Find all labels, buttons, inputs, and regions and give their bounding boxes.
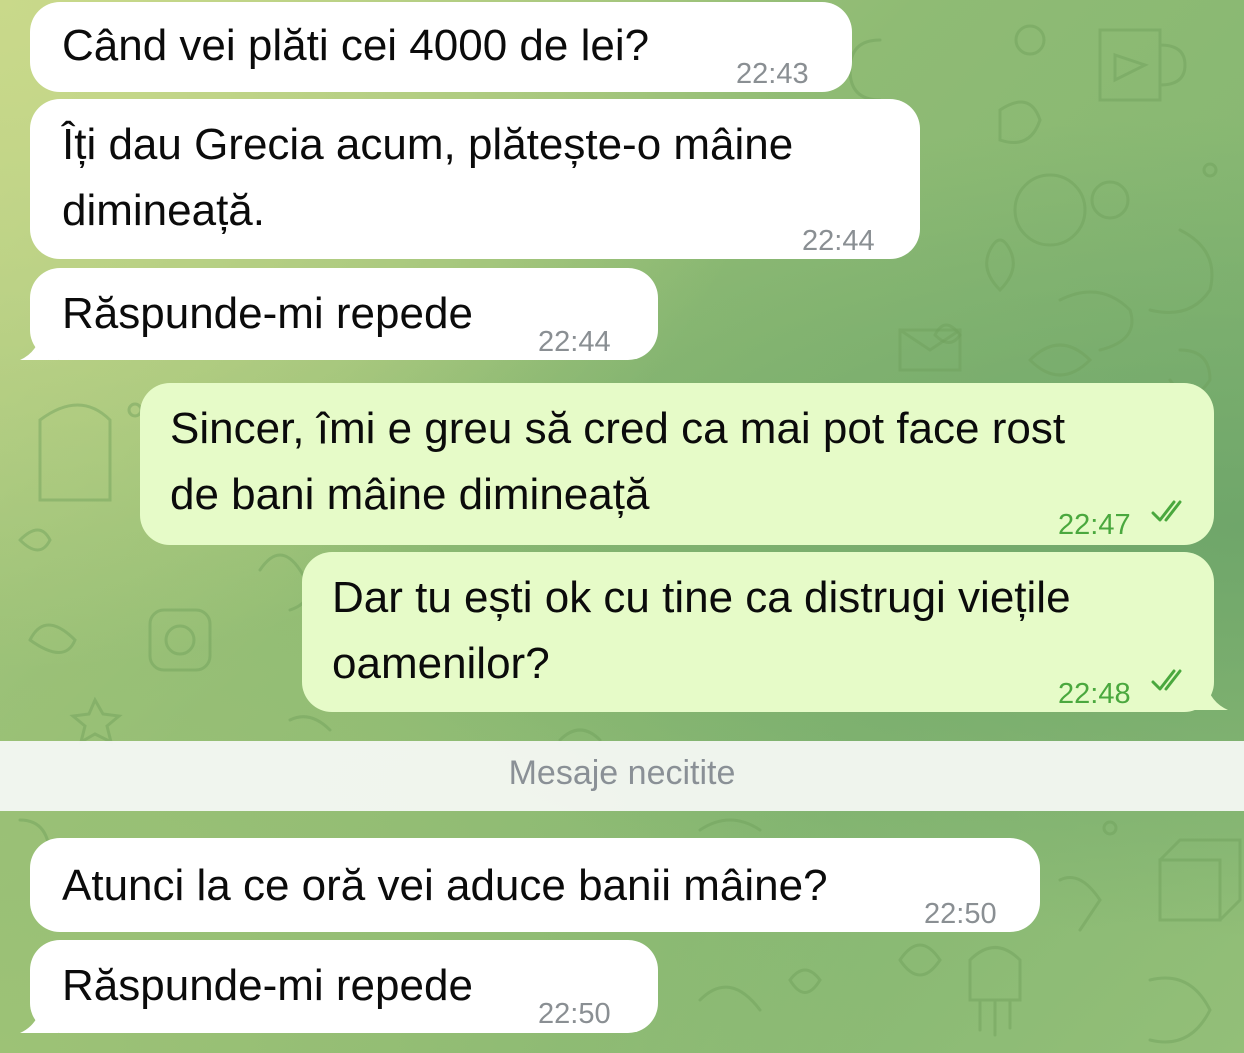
bubble-tail (1190, 682, 1228, 710)
message-time: 22:47 (1058, 509, 1131, 541)
message-text: Răspunde-mi repede (62, 289, 473, 338)
double-check-icon (1151, 669, 1182, 691)
unread-divider-label: Mesaje necitite (508, 754, 736, 792)
message-text: Răspunde-mi repede (62, 961, 473, 1010)
message-bubble-incoming[interactable]: Când vei plăti cei 4000 de lei? 22:43 (30, 2, 852, 92)
double-check-icon (1151, 500, 1182, 522)
message-time: 22:43 (736, 58, 809, 90)
bubble-tail (20, 330, 58, 360)
message-text-line-1: Sincer, îmi e greu să cred ca mai pot fa… (170, 404, 1066, 453)
message-bubble-outgoing[interactable]: Dar tu ești ok cu tine ca distrugi vieți… (302, 552, 1214, 712)
message-text-line-1: Dar tu ești ok cu tine ca distrugi vieți… (332, 573, 1071, 622)
message-bubble-incoming[interactable]: Răspunde-mi repede 22:50 (30, 940, 658, 1033)
message-text: Atunci la ce oră vei aduce banii mâine? (62, 861, 828, 910)
message-text-line-2: de bani mâine dimineață (170, 470, 650, 519)
unread-messages-divider: Mesaje necitite (0, 741, 1244, 811)
message-text-line-2: oamenilor? (332, 639, 550, 688)
message-bubble-incoming[interactable]: Răspunde-mi repede 22:44 (30, 268, 658, 360)
message-bubble-incoming[interactable]: Atunci la ce oră vei aduce banii mâine? … (30, 838, 1040, 932)
message-time: 22:50 (924, 898, 997, 930)
message-bubble-outgoing[interactable]: Sincer, îmi e greu să cred ca mai pot fa… (140, 383, 1214, 545)
message-text-line-1: Îți dau Grecia acum, plătește-o mâine (62, 120, 794, 169)
message-text-line-2: dimineață. (62, 186, 266, 235)
message-time: 22:48 (1058, 678, 1131, 710)
message-text: Când vei plăti cei 4000 de lei? (62, 21, 650, 70)
message-time: 22:50 (538, 998, 611, 1030)
bubble-tail (20, 1003, 58, 1033)
message-bubble-incoming[interactable]: Îți dau Grecia acum, plătește-o mâine di… (30, 99, 920, 259)
message-time: 22:44 (802, 225, 875, 257)
message-time: 22:44 (538, 326, 611, 358)
